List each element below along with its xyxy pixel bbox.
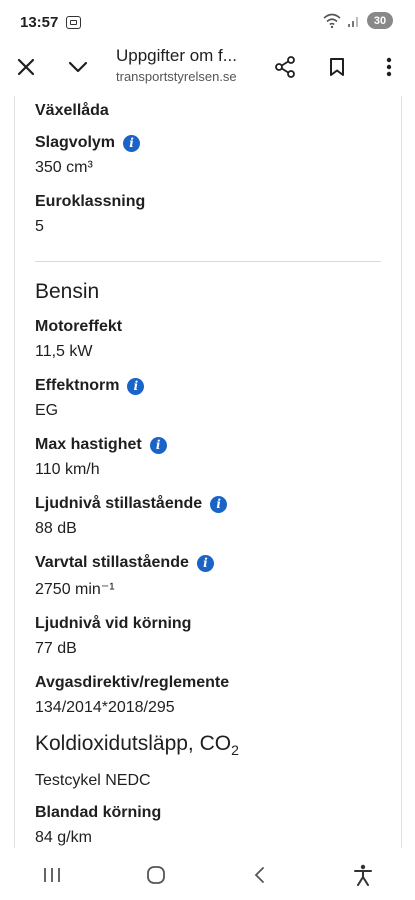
field-value: 11,5 kW — [35, 343, 93, 360]
page-host: transportstyrelsen.se — [116, 69, 237, 84]
section-heading-subscript: 2 — [231, 742, 239, 759]
co2-section: Koldioxidutsläpp, CO2 Testcykel NEDC Bla… — [15, 732, 401, 847]
recent-apps-icon — [43, 868, 60, 882]
field-label-row: Effektnorm i — [35, 377, 381, 395]
accessibility-button[interactable] — [333, 855, 393, 895]
share-icon — [275, 56, 295, 78]
battery-icon: 30 — [367, 12, 393, 29]
field-label: Slagvolym — [35, 134, 116, 151]
status-time: 13:57 — [20, 13, 59, 31]
page-content: Växellåda Slagvolym i 350 cm³ Euroklassn… — [14, 96, 402, 848]
more-vert-icon — [386, 57, 392, 77]
field-euroklassning: Euroklassning 5 — [35, 193, 381, 236]
back-button[interactable] — [229, 855, 289, 895]
signal-icon — [348, 16, 358, 27]
field-avgasdirektiv: Avgasdirektiv/reglemente 134/2014*2018/2… — [35, 674, 381, 717]
more-menu-button[interactable] — [369, 47, 409, 87]
field-vaxellada: Växellåda — [35, 102, 381, 120]
section-heading-text: Koldioxidutsläpp, CO — [35, 732, 232, 755]
field-varvtal-stillastaende: Varvtal stillastående i 2750 min⁻¹ — [35, 554, 381, 599]
field-label: Ljudnivå vid körning — [35, 615, 192, 632]
field-label: Motoreffekt — [35, 318, 123, 335]
bookmark-icon — [330, 58, 344, 76]
field-value: 77 dB — [35, 640, 77, 657]
accessibility-icon — [354, 864, 373, 886]
back-icon — [255, 867, 265, 883]
field-label: Max hastighet — [35, 436, 142, 453]
field-label: Varvtal stillastående — [35, 554, 189, 571]
expand-button[interactable] — [58, 47, 98, 87]
field-label: Ljudnivå stillastående — [35, 495, 203, 512]
field-slagvolym: Slagvolym i 350 cm³ — [35, 134, 381, 177]
field-label-row: Varvtal stillastående i — [35, 554, 381, 572]
share-button[interactable] — [265, 47, 305, 87]
status-icons: 30 — [323, 12, 393, 29]
field-label: Blandad körning — [35, 804, 162, 822]
info-icon[interactable]: i — [196, 554, 214, 572]
section-heading: Bensin — [35, 280, 100, 303]
field-value: 2750 min⁻¹ — [35, 581, 115, 598]
home-icon — [146, 866, 165, 884]
field-value: 84 g/km — [35, 829, 92, 847]
test-cycle: Testcykel NEDC — [35, 772, 151, 790]
vehicle-fields-top: Växellåda Slagvolym i 350 cm³ Euroklassn… — [15, 102, 401, 236]
home-button[interactable] — [126, 855, 186, 895]
field-label: Avgasdirektiv/reglemente — [35, 674, 230, 691]
chevron-down-icon — [68, 61, 88, 73]
screen-recorder-icon — [66, 15, 82, 29]
url-box[interactable]: Uppgifter om f... transportstyrelsen.se — [116, 46, 266, 84]
browser-toolbar: Uppgifter om f... transportstyrelsen.se — [0, 44, 415, 92]
info-icon[interactable]: i — [123, 134, 141, 152]
bensin-section: Bensin Motoreffekt 11,5 kW Effektnorm i … — [15, 280, 401, 717]
section-heading: Koldioxidutsläpp, CO2 — [35, 732, 381, 758]
field-ljudniva-stillastaende: Ljudnivå stillastående i 88 dB — [35, 495, 381, 538]
info-icon[interactable]: i — [210, 495, 228, 513]
close-icon — [17, 58, 35, 76]
field-value: 134/2014*2018/295 — [35, 699, 175, 716]
info-icon[interactable]: i — [127, 377, 145, 395]
field-effektnorm: Effektnorm i EG — [35, 377, 381, 420]
field-value: 350 cm³ — [35, 159, 93, 176]
page-title: Uppgifter om f... — [116, 46, 237, 65]
field-value: 110 km/h — [35, 461, 100, 478]
info-icon[interactable]: i — [149, 436, 167, 454]
field-motoreffekt: Motoreffekt 11,5 kW — [35, 318, 381, 361]
recent-apps-button[interactable] — [22, 855, 82, 895]
system-nav-bar — [0, 850, 415, 900]
bookmark-button[interactable] — [317, 47, 357, 87]
field-value: 88 dB — [35, 520, 77, 537]
field-label-row: Ljudnivå stillastående i — [35, 495, 381, 513]
field-label-row: Slagvolym i — [35, 134, 381, 152]
field-label: Euroklassning — [35, 193, 146, 210]
section-divider — [35, 261, 381, 262]
field-ljudniva-vid-korning: Ljudnivå vid körning 77 dB — [35, 615, 381, 658]
close-tab-button[interactable] — [6, 47, 46, 87]
field-label: Växellåda — [35, 102, 109, 119]
field-blandad-korning: Blandad körning 84 g/km — [35, 804, 381, 847]
field-max-hastighet: Max hastighet i 110 km/h — [35, 436, 381, 479]
field-value: EG — [35, 402, 59, 419]
wifi-icon — [323, 13, 341, 28]
field-label: Effektnorm — [35, 377, 120, 394]
field-label-row: Max hastighet i — [35, 436, 381, 454]
field-value: 5 — [35, 218, 44, 235]
status-bar: 13:57 30 — [0, 0, 415, 44]
